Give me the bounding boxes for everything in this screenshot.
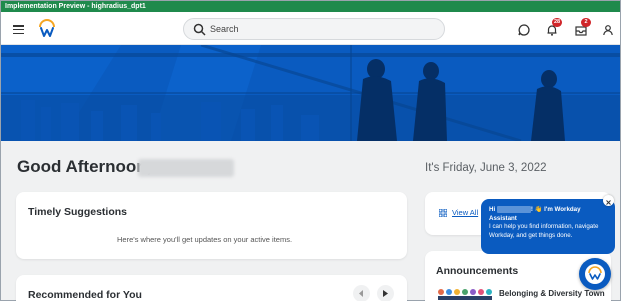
announcements-title: Announcements	[436, 265, 519, 277]
search-placeholder: Search	[210, 24, 239, 34]
inbox-badge: 2	[581, 18, 591, 27]
announcement-thumbnail[interactable]	[437, 288, 493, 300]
assistant-greeting: Hi ! 👋 I'm Workday Assistant	[489, 206, 607, 223]
timely-suggestions-title: Timely Suggestions	[28, 206, 127, 218]
environment-label: Implementation Preview - highradius_dpt1	[5, 3, 146, 10]
assistant-logo-badge	[585, 264, 605, 284]
hero-banner	[1, 45, 620, 141]
assistant-close-button[interactable]	[603, 195, 614, 206]
inbox-button[interactable]: 2	[574, 18, 591, 37]
environment-bar: Implementation Preview - highradius_dpt1	[1, 1, 620, 12]
profile-icon[interactable]	[601, 23, 615, 37]
announcement-item-title[interactable]: Belonging & Diversity Town	[499, 289, 605, 298]
timely-suggestions-card: Timely Suggestions Here's where you'll g…	[16, 192, 407, 259]
search-icon	[193, 23, 206, 36]
recommended-card: Recommended for You	[16, 275, 407, 301]
assistant-message: I can help you find information, navigat…	[489, 223, 599, 239]
date-text: It's Friday, June 3, 2022	[425, 162, 547, 174]
timely-suggestions-empty-text: Here's where you'll get updates on your …	[117, 235, 293, 244]
workday-assistant-icon	[588, 266, 602, 280]
hero-banner-image	[1, 45, 620, 141]
view-all-link[interactable]: View All	[452, 208, 478, 217]
notifications-button[interactable]: 28	[545, 18, 563, 37]
workday-logo[interactable]	[38, 19, 56, 39]
grid-icon	[439, 209, 447, 217]
close-icon	[606, 200, 611, 205]
chat-icon[interactable]	[517, 23, 531, 37]
top-navigation-bar: Search 28 2	[1, 12, 620, 45]
assistant-greeting-prefix: Hi	[489, 206, 496, 214]
assistant-launcher-button[interactable]	[579, 258, 611, 290]
chevron-left-icon	[359, 290, 363, 297]
search-input[interactable]: Search	[183, 18, 445, 40]
previous-button[interactable]	[353, 285, 370, 301]
next-button[interactable]	[377, 285, 394, 301]
greeting-heading: Good Afternoon,	[17, 157, 152, 176]
chevron-right-icon	[383, 290, 388, 297]
menu-icon[interactable]	[13, 25, 24, 35]
notifications-badge: 28	[552, 18, 563, 27]
recommended-title: Recommended for You	[28, 289, 142, 301]
assistant-user-name-redacted	[496, 206, 531, 213]
user-name-redacted	[138, 159, 234, 177]
assistant-popup[interactable]: Hi ! 👋 I'm Workday Assistant I can help …	[481, 199, 615, 254]
